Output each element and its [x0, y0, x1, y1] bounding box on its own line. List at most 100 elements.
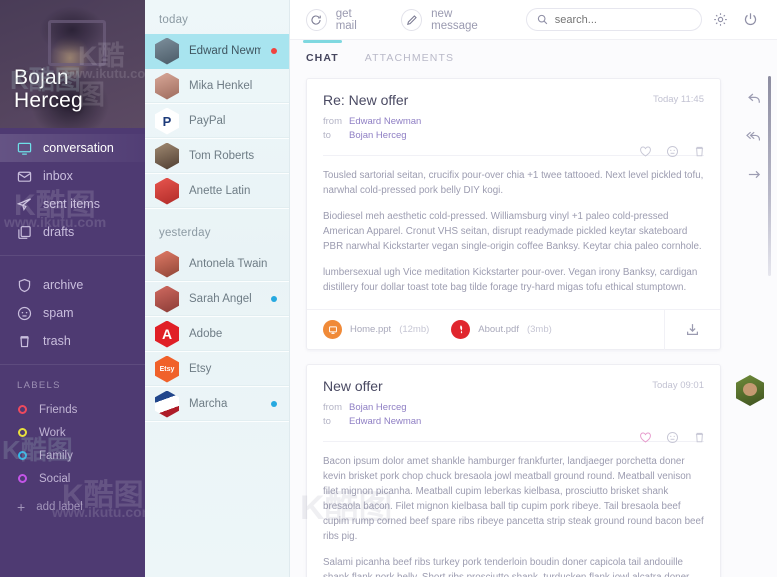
pdf-icon: [451, 320, 471, 339]
profile-header: Bojan Herceg K酷图 www.ikutu.com: [0, 0, 145, 128]
avatar: Etsy: [155, 355, 179, 383]
label-item-social[interactable]: Social: [0, 467, 145, 490]
list-item[interactable]: Tom Roberts: [145, 139, 289, 174]
sidebar-item-label: sent items: [43, 197, 100, 211]
list-item[interactable]: Sarah Angel: [145, 282, 289, 317]
meta-to-value[interactable]: Edward Newman: [349, 415, 421, 429]
sidebar-item-spam[interactable]: spam: [0, 299, 145, 327]
favorite-heart-icon[interactable]: [639, 431, 652, 444]
sidebar: Bojan Herceg K酷图 www.ikutu.com conversat…: [0, 0, 145, 577]
message-paragraph: Tousled sartorial seitan, crucifix pour-…: [323, 170, 704, 196]
sidebar-item-conversation[interactable]: conversation: [0, 134, 145, 162]
avatar: [155, 177, 179, 205]
nav-divider: [0, 255, 145, 256]
list-item[interactable]: Edward Newman: [145, 34, 289, 69]
meta-from-value[interactable]: Bojan Herceg: [349, 401, 407, 415]
favorite-heart-icon[interactable]: [639, 145, 652, 158]
label-name: Social: [39, 472, 71, 485]
tab-attachments[interactable]: ATTACHMENTS: [365, 52, 454, 72]
list-item[interactable]: Marcha: [145, 387, 289, 422]
meta-to: to Bojan Herceg: [323, 129, 704, 143]
message-subject: New offer: [323, 378, 383, 394]
label-item-family[interactable]: Family: [0, 444, 145, 467]
meta-to-value[interactable]: Bojan Herceg: [349, 129, 407, 143]
label-color-dot: [18, 428, 27, 437]
message-actions: [639, 431, 706, 444]
nav-secondary-group: archive spam trash: [0, 261, 145, 359]
list-item[interactable]: Antonela Twain: [145, 247, 289, 282]
list-item-name: Anette Latin: [189, 185, 251, 197]
sidebar-item-label: conversation: [43, 141, 114, 155]
sidebar-item-sent-items[interactable]: sent items: [0, 190, 145, 218]
power-icon[interactable]: [738, 7, 763, 33]
sidebar-item-drafts[interactable]: drafts: [0, 218, 145, 246]
avatar: [155, 142, 179, 170]
attachments-bar: Home.ppt (12mb) About.pdf (3mb): [307, 309, 720, 350]
new-message-button[interactable]: new message: [401, 8, 497, 32]
download-icon[interactable]: [664, 309, 720, 350]
inbox-icon: [17, 169, 32, 184]
search-input[interactable]: [554, 13, 691, 26]
avatar: [155, 390, 179, 418]
get-mail-label: get mail: [335, 7, 357, 32]
sidebar-item-inbox[interactable]: inbox: [0, 162, 145, 190]
emoji-icon[interactable]: [666, 431, 679, 444]
scrollbar-thumb[interactable]: [768, 76, 771, 276]
meta-from-key: from: [323, 402, 342, 413]
main-panel: get mail new message CHAT: [290, 0, 777, 577]
spam-face-icon: [17, 306, 32, 321]
tab-bar: CHAT ATTACHMENTS: [290, 40, 777, 72]
list-item-name: Sarah Angel: [189, 293, 252, 305]
delete-trash-icon[interactable]: [693, 145, 706, 158]
message-paragraph: Salami picanha beef ribs turkey pork ten…: [323, 557, 689, 577]
unread-dot: [271, 401, 277, 407]
message-header: New offer Today 09:01 from Bojan Herceg …: [307, 365, 720, 444]
meta-from-value[interactable]: Edward Newman: [349, 115, 421, 129]
gear-icon[interactable]: [708, 7, 733, 33]
message-thread: Re: New offer Today 11:45 from Edward Ne…: [290, 72, 777, 577]
sidebar-item-trash[interactable]: trash: [0, 327, 145, 355]
avatar: [155, 250, 179, 278]
tab-chat[interactable]: CHAT: [303, 40, 342, 72]
label-item-work[interactable]: Work: [0, 421, 145, 444]
list-item[interactable]: A Adobe: [145, 317, 289, 352]
mail-group-yesterday-title: yesterday: [159, 227, 211, 239]
avatar: A: [155, 320, 179, 348]
plus-icon: +: [17, 499, 26, 515]
attachment-name: About.pdf: [478, 324, 519, 335]
pencil-icon: [401, 8, 423, 31]
attachment-name: Home.ppt: [350, 324, 392, 335]
list-item[interactable]: Anette Latin: [145, 174, 289, 209]
attachment-item[interactable]: About.pdf (3mb): [451, 320, 552, 339]
label-color-dot: [18, 451, 27, 460]
toolbar: get mail new message: [290, 0, 777, 40]
get-mail-button[interactable]: get mail: [306, 8, 373, 32]
attachment-item[interactable]: Home.ppt (12mb): [323, 320, 429, 339]
action-rail: [731, 40, 777, 577]
sidebar-item-archive[interactable]: archive: [0, 271, 145, 299]
trash-icon: [17, 334, 32, 349]
message-paragraph: Biodiesel meh aesthetic cold-pressed. Wi…: [323, 211, 702, 252]
drafts-icon: [17, 225, 32, 240]
emoji-icon[interactable]: [666, 145, 679, 158]
labels-section-title: LABELS: [17, 380, 61, 391]
add-label-button[interactable]: + add label: [0, 500, 145, 514]
attachment-size: (3mb): [526, 324, 552, 335]
list-item[interactable]: Etsy Etsy: [145, 352, 289, 387]
search-box[interactable]: [525, 8, 702, 31]
delete-trash-icon[interactable]: [693, 431, 706, 444]
list-item[interactable]: P PayPal: [145, 104, 289, 139]
ppt-icon: [323, 320, 342, 339]
profile-name: Bojan Herceg: [14, 66, 83, 112]
list-item-name: Tom Roberts: [189, 150, 255, 162]
new-message-label: new message: [431, 7, 478, 32]
list-item-name: Edward Newman: [189, 45, 261, 57]
list-item[interactable]: Mika Henkel: [145, 69, 289, 104]
email-client-app: Bojan Herceg K酷图 www.ikutu.com conversat…: [0, 0, 777, 577]
label-item-friends[interactable]: Friends: [0, 398, 145, 421]
sidebar-item-label: drafts: [43, 225, 75, 239]
search-icon: [537, 14, 548, 25]
avatar: [155, 72, 179, 100]
nav-primary-group: conversation inbox sent items drafts: [0, 130, 145, 250]
avatar: [155, 37, 179, 65]
